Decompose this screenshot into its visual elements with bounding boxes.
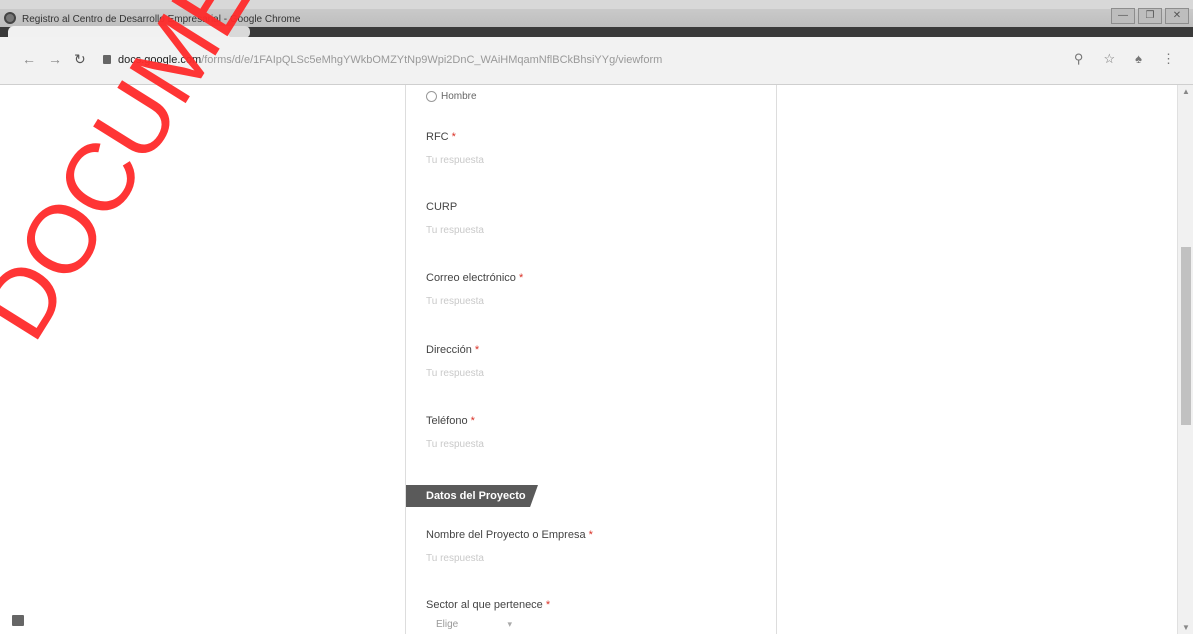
label-text: Correo electrónico xyxy=(426,272,516,284)
question-sector: Sector al que pertenece * Elige ▾ xyxy=(426,599,550,634)
label-text: Sector al que pertenece xyxy=(426,599,543,611)
phone-input[interactable]: Tu respuesta xyxy=(426,439,484,450)
required-marker: * xyxy=(451,131,456,143)
scroll-up-icon[interactable]: ▲ xyxy=(1182,87,1190,96)
feedback-icon[interactable] xyxy=(12,615,24,626)
question-address: Dirección * Tu respuesta xyxy=(426,344,484,379)
extension-icon[interactable]: ♠ xyxy=(1135,51,1142,67)
radio-button[interactable] xyxy=(426,91,437,102)
star-icon[interactable]: ☆ xyxy=(1103,51,1115,67)
scrollbar[interactable]: ▲ ▼ xyxy=(1177,85,1193,634)
page-content: Hombre RFC * Tu respuesta CURP Tu respue… xyxy=(0,85,1193,634)
rfc-input[interactable]: Tu respuesta xyxy=(426,155,484,166)
email-input[interactable]: Tu respuesta xyxy=(426,296,523,307)
required-marker: * xyxy=(588,529,593,541)
window-title: Registro al Centro de Desarrollo Empresa… xyxy=(22,14,301,25)
question-label: Teléfono * xyxy=(426,415,484,427)
search-icon[interactable]: ⚲ xyxy=(1074,51,1084,67)
question-project-name: Nombre del Proyecto o Empresa * Tu respu… xyxy=(426,529,593,564)
sector-select[interactable]: Elige ▾ xyxy=(426,619,518,634)
forward-arrow-icon[interactable]: → xyxy=(48,51,62,67)
question-label: Dirección * xyxy=(426,344,484,356)
url-field[interactable]: docs.google.com/forms/d/e/1FAIpQLSc5eMhg… xyxy=(118,54,662,66)
required-marker: * xyxy=(474,344,480,356)
url-host: docs.google.com xyxy=(118,54,202,66)
label-text: Nombre del Proyecto o Empresa xyxy=(426,529,586,541)
minimize-button[interactable]: — xyxy=(1111,8,1135,24)
window-controls: — ❐ ✕ xyxy=(1111,8,1189,24)
project-name-input[interactable]: Tu respuesta xyxy=(426,553,593,564)
radio-option-row[interactable]: Hombre xyxy=(426,91,477,102)
question-label: Sector al que pertenece * xyxy=(426,599,550,611)
chevron-down-icon: ▾ xyxy=(507,619,512,629)
scroll-down-icon[interactable]: ▼ xyxy=(1182,623,1190,632)
kebab-menu-icon[interactable]: ⋮ xyxy=(1162,51,1175,67)
curp-input[interactable]: Tu respuesta xyxy=(426,225,484,236)
question-label: CURP xyxy=(426,201,484,213)
required-marker: * xyxy=(545,599,551,611)
lock-icon xyxy=(103,55,111,64)
radio-label: Hombre xyxy=(441,91,477,103)
select-value: Elige xyxy=(436,619,459,630)
url-path: /forms/d/e/1FAIpQLSc5eMhgYWkbOMZYtNp9Wpi… xyxy=(201,54,663,66)
address-bar: ← → ↻ docs.google.com/forms/d/e/1FAIpQLS… xyxy=(0,37,1193,85)
toolbar-icons: ⚲ ☆ ♠ ⋮ xyxy=(1074,51,1175,67)
label-text: RFC xyxy=(426,131,449,143)
maximize-button[interactable]: ❐ xyxy=(1138,8,1162,24)
label-text: Teléfono xyxy=(426,415,468,427)
question-email: Correo electrónico * Tu respuesta xyxy=(426,272,523,307)
required-marker: * xyxy=(470,415,475,427)
chrome-icon xyxy=(4,12,16,24)
close-button[interactable]: ✕ xyxy=(1165,8,1189,24)
form-column: Hombre RFC * Tu respuesta CURP Tu respue… xyxy=(405,85,777,634)
reload-icon[interactable]: ↻ xyxy=(74,51,86,68)
question-label: Correo electrónico * xyxy=(426,272,523,284)
question-phone: Teléfono * Tu respuesta xyxy=(426,415,484,450)
scroll-thumb[interactable] xyxy=(1181,247,1191,425)
section-header: Datos del Proyecto xyxy=(406,485,538,507)
question-rfc: RFC * Tu respuesta xyxy=(426,131,484,166)
label-text: Dirección xyxy=(426,344,472,356)
required-marker: * xyxy=(518,272,524,284)
question-label: Nombre del Proyecto o Empresa * xyxy=(426,529,593,541)
back-arrow-icon[interactable]: ← xyxy=(22,51,36,67)
label-text: CURP xyxy=(426,201,458,213)
titlebar-band xyxy=(0,0,1193,9)
question-curp: CURP Tu respuesta xyxy=(426,201,484,236)
question-label: RFC * xyxy=(426,131,484,143)
address-input[interactable]: Tu respuesta xyxy=(426,368,484,379)
